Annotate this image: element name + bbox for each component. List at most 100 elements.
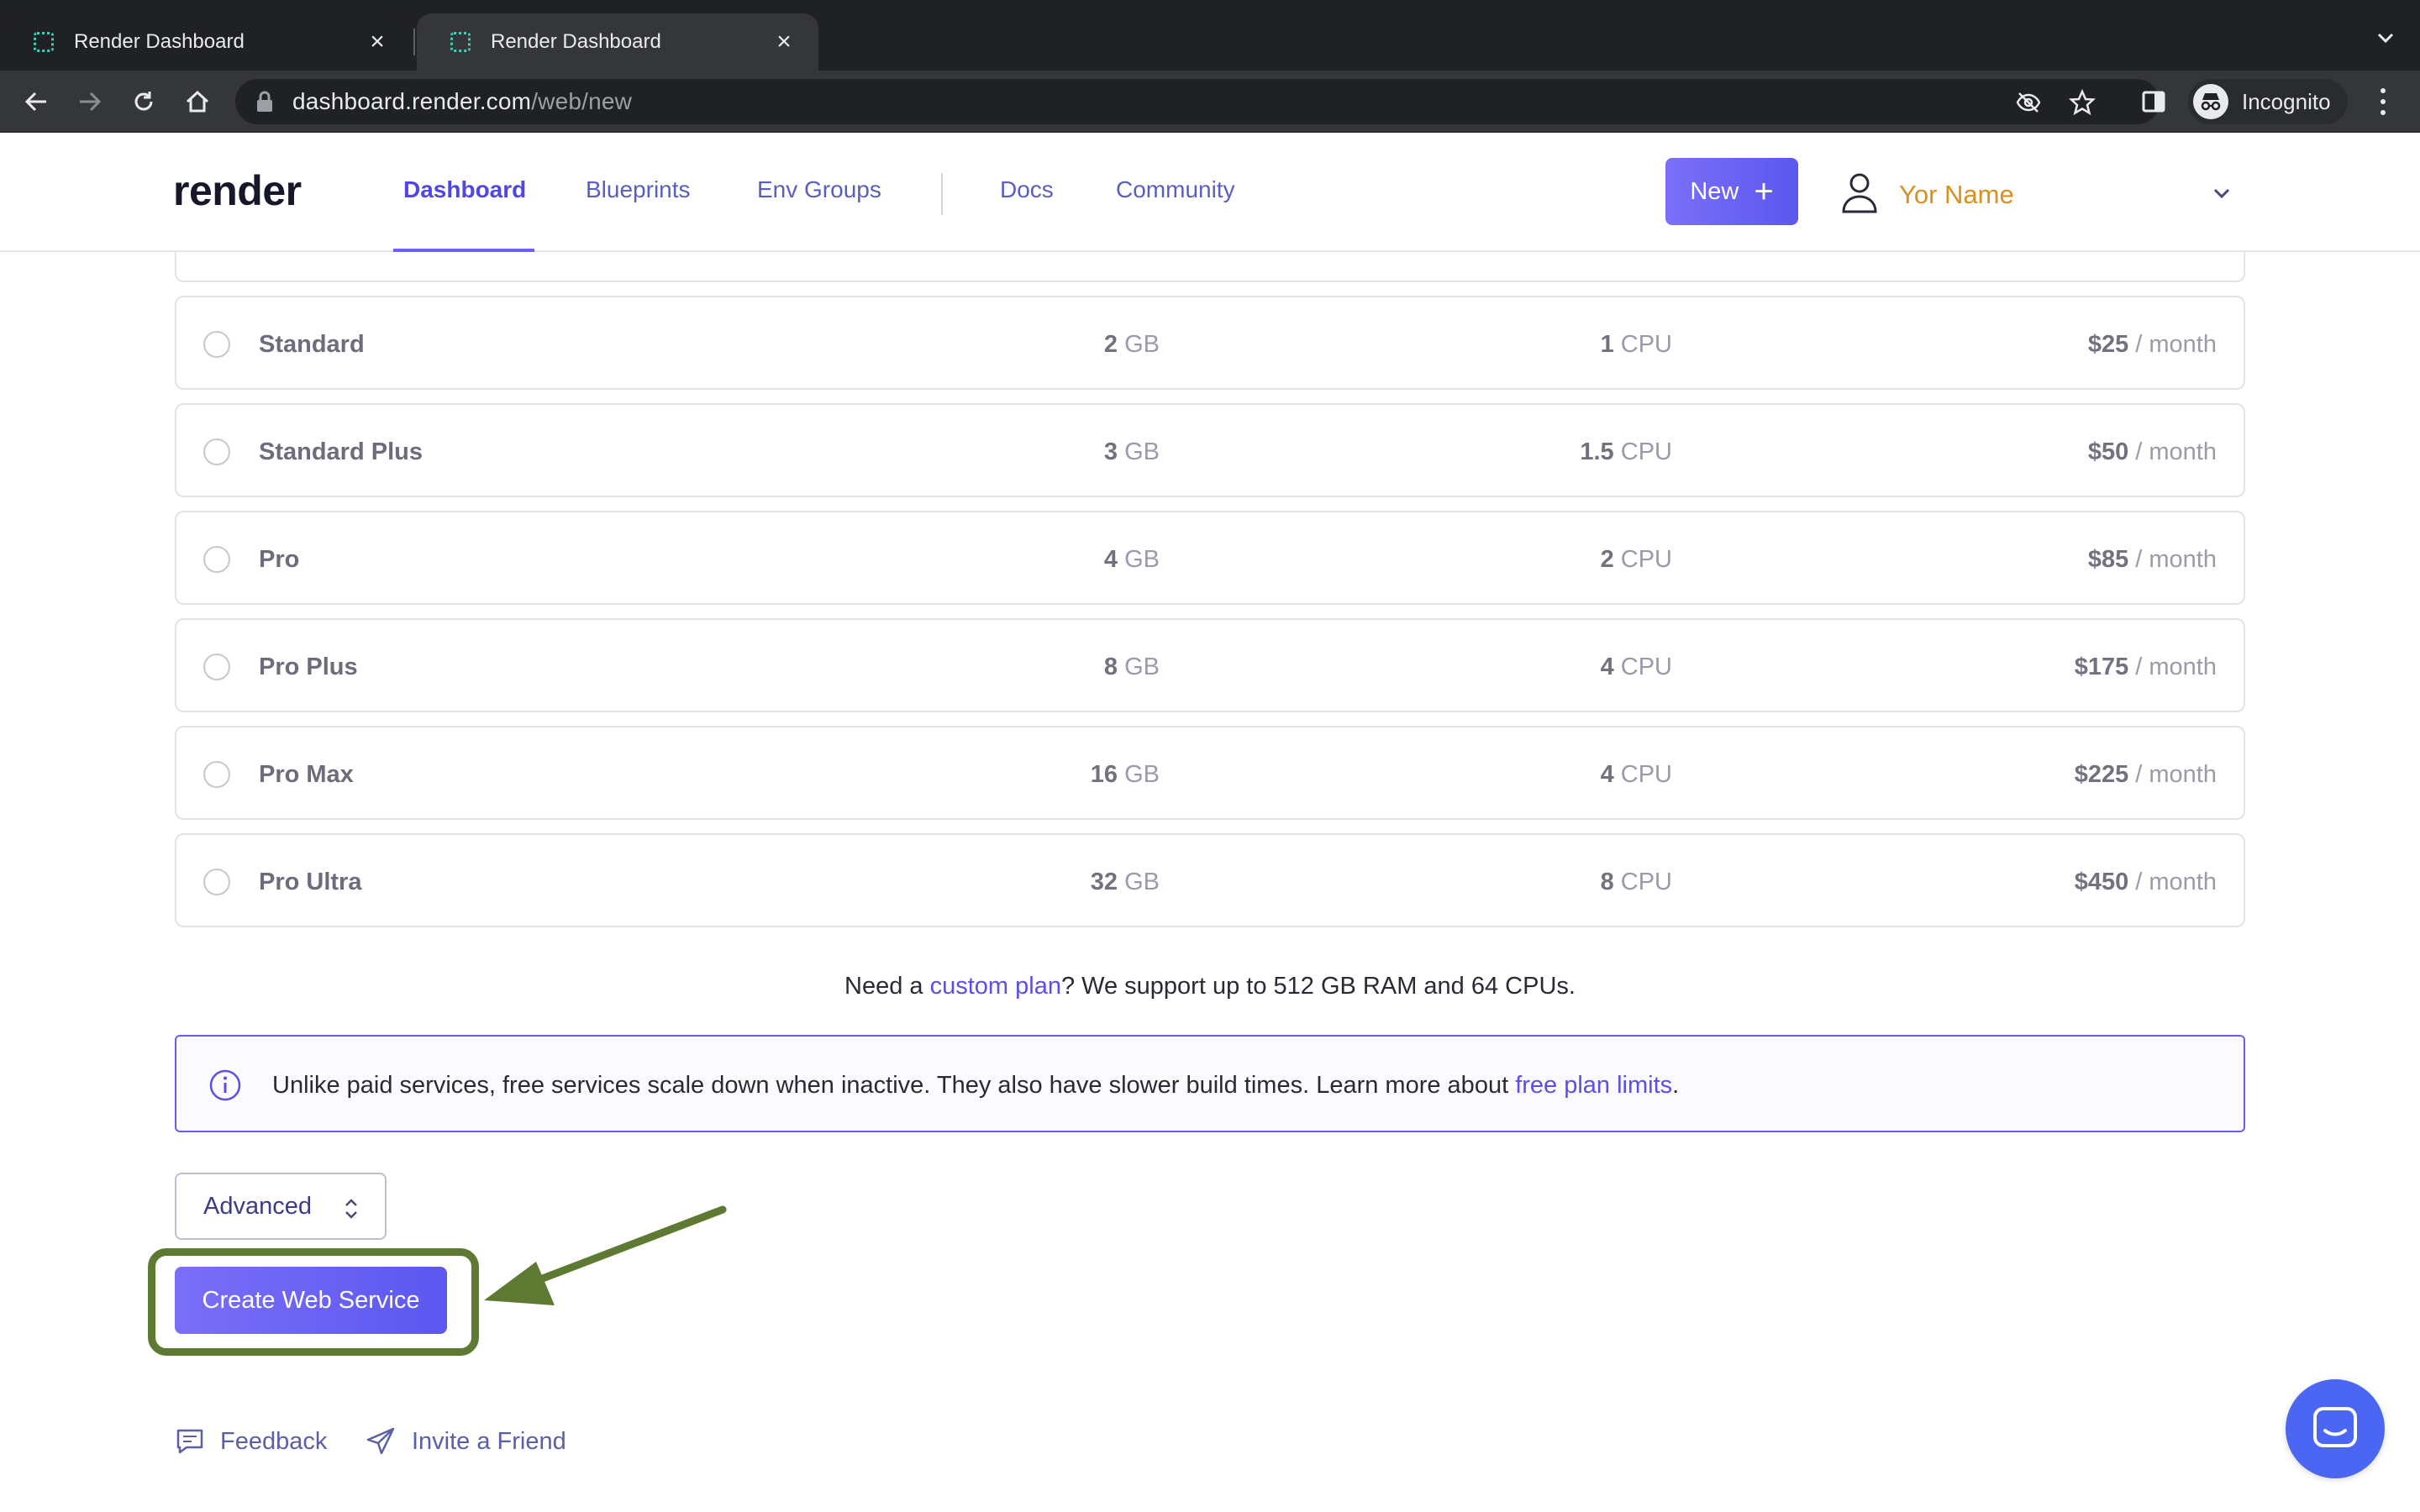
chat-icon	[2313, 1407, 2357, 1447]
plan-ram: 3 GB	[1103, 438, 1160, 465]
plan-name: Pro Plus	[259, 654, 358, 680]
browser-menu-icon[interactable]	[2368, 86, 2398, 118]
plan-cpu: 4 CPU	[1600, 761, 1672, 788]
plan-cpu: 8 CPU	[1600, 869, 1672, 895]
render-logo[interactable]: render	[173, 166, 302, 215]
reload-icon[interactable]	[128, 86, 160, 118]
url-path: /web/new	[531, 88, 633, 114]
custom-plan-note: Need a custom plan? We support up to 512…	[844, 973, 1576, 1000]
home-icon[interactable]	[182, 86, 213, 118]
info-icon	[209, 1069, 241, 1101]
plan-radio[interactable]	[203, 761, 230, 788]
url-text: dashboard.render.com/web/new	[292, 88, 632, 115]
free-plan-info-callout: Unlike paid services, free services scal…	[175, 1035, 2245, 1132]
info-text: Unlike paid services, free services scal…	[272, 1072, 1680, 1099]
plan-ram: 32 GB	[1090, 869, 1160, 895]
render-favicon-icon	[450, 32, 471, 52]
browser-tab-active[interactable]: Render Dashboard ×	[417, 13, 818, 71]
plan-price: $50 / month	[2087, 438, 2217, 465]
user-name: Yor Name	[1899, 180, 2014, 209]
plan-name: Pro	[259, 546, 300, 573]
advanced-toggle-button[interactable]: Advanced	[175, 1173, 387, 1240]
user-icon	[1842, 173, 1877, 213]
new-button[interactable]: New +	[1665, 158, 1798, 225]
plan-ram: 8 GB	[1103, 654, 1160, 680]
plan-row-standard[interactable]: Standard 2 GB 1 CPU $25 / month	[175, 296, 2245, 390]
url-host: dashboard.render.com	[292, 88, 532, 114]
plan-name: Standard Plus	[259, 438, 423, 465]
plan-cpu: 4 CPU	[1600, 654, 1672, 680]
chevron-up-down-icon	[345, 1199, 357, 1219]
nav-env-groups[interactable]: Env Groups	[757, 176, 881, 203]
plan-price: $85 / month	[2087, 546, 2217, 573]
invite-label: Invite a Friend	[412, 1427, 566, 1455]
tab-separator	[413, 29, 415, 55]
browser-toolbar: dashboard.render.com/web/new Incognito	[0, 71, 2420, 133]
render-favicon-icon	[34, 32, 54, 52]
plan-name: Standard	[259, 331, 365, 358]
plan-radio[interactable]	[203, 654, 230, 680]
plan-price: $225 / month	[2074, 761, 2217, 788]
forward-icon[interactable]	[74, 86, 106, 118]
account-menu[interactable]: Yor Name	[1823, 156, 2244, 228]
annotation-arrow-icon	[484, 1205, 727, 1305]
incognito-label: Incognito	[2242, 88, 2331, 114]
close-icon[interactable]: ×	[365, 29, 390, 55]
incognito-profile[interactable]: Incognito	[2188, 79, 2348, 124]
eye-off-icon[interactable]	[2015, 89, 2042, 116]
plan-radio[interactable]	[203, 869, 230, 895]
address-bar[interactable]: dashboard.render.com/web/new	[235, 79, 2160, 124]
plan-radio[interactable]	[203, 331, 230, 358]
advanced-label: Advanced	[203, 1192, 312, 1220]
tab-title: Render Dashboard	[491, 30, 661, 53]
side-panel-icon[interactable]	[2138, 86, 2170, 118]
app-header: render Dashboard Blueprints Env Groups D…	[0, 133, 2420, 252]
nav-blueprints[interactable]: Blueprints	[586, 176, 691, 203]
nav-community[interactable]: Community	[1116, 176, 1235, 203]
plan-price: $25 / month	[2087, 331, 2217, 358]
nav-docs[interactable]: Docs	[1000, 176, 1054, 203]
plan-name: Pro Ultra	[259, 869, 362, 895]
new-button-label: New	[1690, 177, 1739, 205]
chevron-down-icon	[2213, 188, 2230, 199]
close-icon[interactable]: ×	[771, 29, 797, 55]
plan-cpu: 1 CPU	[1600, 331, 1672, 358]
back-icon[interactable]	[20, 86, 52, 118]
plan-price: $175 / month	[2074, 654, 2217, 680]
free-plan-limits-link[interactable]: free plan limits	[1515, 1072, 1672, 1099]
chat-launcher-button[interactable]	[2286, 1379, 2385, 1478]
plan-row-pro-max[interactable]: Pro Max 16 GB 4 CPU $225 / month	[175, 726, 2245, 820]
lock-icon	[257, 91, 272, 112]
incognito-icon	[2193, 84, 2228, 119]
chevron-down-icon[interactable]	[2373, 25, 2398, 50]
plan-row-pro-ultra[interactable]: Pro Ultra 32 GB 8 CPU $450 / month	[175, 833, 2245, 927]
plan-cpu: 1.5 CPU	[1580, 438, 1672, 465]
browser-tab[interactable]: Render Dashboard ×	[0, 13, 412, 71]
feedback-label: Feedback	[220, 1427, 328, 1455]
nav-divider	[941, 173, 943, 215]
plan-price: $450 / month	[2074, 869, 2217, 895]
plan-ram: 16 GB	[1090, 761, 1160, 788]
plan-radio[interactable]	[203, 546, 230, 573]
nav-dashboard[interactable]: Dashboard	[403, 176, 526, 203]
tab-title: Render Dashboard	[74, 30, 245, 53]
browser-tab-bar: Render Dashboard × Render Dashboard ×	[0, 0, 2420, 71]
plan-row-pro-plus[interactable]: Pro Plus 8 GB 4 CPU $175 / month	[175, 618, 2245, 712]
plan-cpu: 2 CPU	[1600, 546, 1672, 573]
plan-row-pro[interactable]: Pro 4 GB 2 CPU $85 / month	[175, 511, 2245, 605]
plan-radio[interactable]	[203, 438, 230, 465]
star-icon[interactable]	[2069, 89, 2096, 116]
create-web-service-button[interactable]: Create Web Service	[175, 1267, 447, 1334]
send-icon	[366, 1427, 395, 1455]
plan-name: Pro Max	[259, 761, 354, 788]
plus-icon: +	[1754, 173, 1774, 210]
plan-row-standard-plus[interactable]: Standard Plus 3 GB 1.5 CPU $50 / month	[175, 403, 2245, 497]
invite-friend-link[interactable]: Invite a Friend	[365, 1426, 566, 1457]
omnibox: dashboard.render.com/web/new	[235, 79, 2353, 124]
plan-ram: 2 GB	[1103, 331, 1160, 358]
feedback-link[interactable]: Feedback	[175, 1426, 327, 1457]
custom-plan-link[interactable]: custom plan	[930, 973, 1061, 1000]
feedback-icon	[176, 1429, 203, 1454]
plan-row-partial	[175, 250, 2245, 282]
plan-ram: 4 GB	[1103, 546, 1160, 573]
